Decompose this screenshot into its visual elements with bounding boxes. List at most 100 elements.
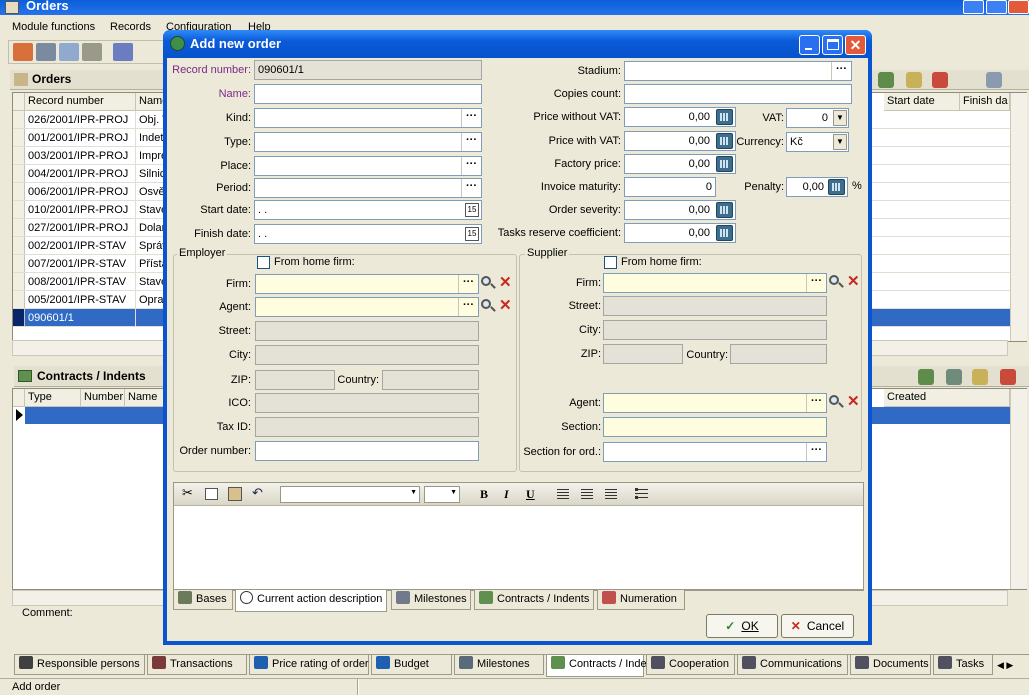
calculator-icon[interactable] xyxy=(716,133,733,149)
menu-module-functions[interactable]: Module functions xyxy=(12,21,95,33)
orders-print-icon[interactable] xyxy=(986,72,1002,88)
copies-count-field[interactable] xyxy=(624,84,852,104)
toolbar-print-icon[interactable] xyxy=(82,43,102,61)
calculator-icon[interactable] xyxy=(716,202,733,218)
align-right-icon[interactable] xyxy=(605,489,617,499)
supplier-agent-field[interactable]: ··· xyxy=(603,393,827,413)
kind-field[interactable]: ··· xyxy=(254,108,482,128)
vat-select[interactable]: 0 ▼ xyxy=(786,108,849,128)
contracts-edit-icon[interactable] xyxy=(972,369,988,385)
supplier-agent-clear-icon[interactable]: ✕ xyxy=(847,394,860,410)
contracts-col-type[interactable]: Type xyxy=(25,389,81,407)
align-center-icon[interactable] xyxy=(581,489,593,499)
calendar-icon[interactable]: 15 xyxy=(465,227,479,241)
calculator-icon[interactable] xyxy=(716,156,733,172)
type-lookup-button[interactable]: ··· xyxy=(461,133,481,151)
orders-col-finish-date[interactable]: Finish da xyxy=(960,93,1010,111)
stadium-field[interactable]: ··· xyxy=(624,61,852,81)
chevron-down-icon[interactable]: ▼ xyxy=(833,134,847,150)
contracts-delete-icon[interactable] xyxy=(1000,369,1016,385)
cancel-button[interactable]: ✕ Cancel xyxy=(781,614,854,638)
employer-firm-field[interactable]: ··· xyxy=(255,274,479,294)
calendar-icon[interactable]: 15 xyxy=(465,203,479,217)
orders-vscroll[interactable] xyxy=(1010,93,1027,341)
calculator-icon[interactable] xyxy=(716,225,733,241)
tab-price-rating[interactable]: Price rating of order xyxy=(249,655,369,675)
orders-delete-icon[interactable] xyxy=(932,72,948,88)
copy-icon[interactable] xyxy=(205,488,218,500)
tab-contracts-indents[interactable]: Contracts / Indents xyxy=(474,590,594,610)
section-lookup-button[interactable]: ··· xyxy=(806,443,826,461)
supplier-firm-search-icon[interactable] xyxy=(829,275,845,291)
supplier-home-firm-checkbox[interactable] xyxy=(604,256,617,269)
undo-icon[interactable]: ↶ xyxy=(252,485,263,501)
calculator-icon[interactable] xyxy=(716,109,733,125)
tab-communications[interactable]: Communications xyxy=(737,655,848,675)
place-lookup-button[interactable]: ··· xyxy=(461,157,481,175)
contracts-vscroll[interactable] xyxy=(1010,389,1027,589)
font-size-select[interactable]: ▼ xyxy=(424,486,460,503)
orders-edit-icon[interactable] xyxy=(906,72,922,88)
paste-icon[interactable] xyxy=(228,487,242,501)
employer-home-firm-checkbox[interactable] xyxy=(257,256,270,269)
finish-date-field[interactable]: . . 15 xyxy=(254,224,482,244)
dialog-maximize-button[interactable] xyxy=(822,35,843,55)
employer-firm-clear-icon[interactable]: ✕ xyxy=(499,275,512,291)
employer-firm-search-icon[interactable] xyxy=(481,276,497,292)
bold-button[interactable]: B xyxy=(480,487,488,502)
orders-col-record-number[interactable]: Record number xyxy=(25,93,136,111)
menu-records[interactable]: Records xyxy=(110,21,151,33)
cut-icon[interactable]: ✂ xyxy=(182,485,193,501)
name-field[interactable] xyxy=(254,84,482,104)
price-with-vat-field[interactable]: 0,00 xyxy=(624,131,736,151)
tab-milestones[interactable]: Milestones xyxy=(454,655,544,675)
order-severity-field[interactable]: 0,00 xyxy=(624,200,736,220)
toolbar-add-icon[interactable] xyxy=(13,43,33,61)
description-text-area[interactable] xyxy=(174,506,863,589)
supplier-firm-lookup-button[interactable]: ··· xyxy=(806,274,826,292)
supplier-section-field[interactable] xyxy=(603,417,827,437)
chevron-down-icon[interactable]: ▼ xyxy=(833,110,847,126)
italic-button[interactable]: I xyxy=(504,487,509,502)
supplier-firm-clear-icon[interactable]: ✕ xyxy=(847,274,860,290)
invoice-maturity-field[interactable]: 0 xyxy=(624,177,716,197)
supplier-agent-lookup-button[interactable]: ··· xyxy=(806,394,826,412)
supplier-firm-field[interactable]: ··· xyxy=(603,273,827,293)
font-family-select[interactable]: ▼ xyxy=(280,486,420,503)
tab-milestones[interactable]: Milestones xyxy=(391,590,471,610)
employer-agent-search-icon[interactable] xyxy=(481,299,497,315)
tab-scroll-arrows[interactable]: ◀ ▶ xyxy=(997,657,1027,673)
contracts-col-created[interactable]: Created xyxy=(884,389,1010,407)
app-close-button[interactable] xyxy=(1008,0,1029,14)
place-field[interactable]: ··· xyxy=(254,156,482,176)
bullet-list-icon[interactable] xyxy=(635,488,648,499)
orders-add-icon[interactable] xyxy=(878,72,894,88)
factory-price-field[interactable]: 0,00 xyxy=(624,154,736,174)
type-field[interactable]: ··· xyxy=(254,132,482,152)
align-left-icon[interactable] xyxy=(557,489,569,499)
app-maximize-button[interactable] xyxy=(986,0,1007,14)
order-number-field[interactable] xyxy=(255,441,479,461)
tab-responsible-persons[interactable]: Responsible persons xyxy=(14,655,145,675)
tab-numeration[interactable]: Numeration xyxy=(597,590,685,610)
contracts-col-number[interactable]: Number xyxy=(81,389,125,407)
supplier-agent-search-icon[interactable] xyxy=(829,395,845,411)
currency-select[interactable]: Kč ▼ xyxy=(786,132,849,152)
tab-contracts-indents[interactable]: Contracts / Indents xyxy=(546,655,661,677)
contracts-col-name[interactable]: Name xyxy=(125,389,165,407)
orders-col-start-date[interactable]: Start date xyxy=(884,93,960,111)
employer-agent-field[interactable]: ··· xyxy=(255,297,479,317)
underline-button[interactable]: U xyxy=(526,487,535,502)
contracts-copy-icon[interactable] xyxy=(946,369,962,385)
tab-tasks[interactable]: Tasks xyxy=(933,655,993,675)
penalty-field[interactable]: 0,00 xyxy=(786,177,848,197)
employer-agent-clear-icon[interactable]: ✕ xyxy=(499,298,512,314)
employer-agent-lookup-button[interactable]: ··· xyxy=(458,298,478,316)
toolbar-edit-icon[interactable] xyxy=(36,43,56,61)
kind-lookup-button[interactable]: ··· xyxy=(461,109,481,127)
toolbar-copy-icon[interactable] xyxy=(59,43,79,61)
start-date-field[interactable]: . . 15 xyxy=(254,200,482,220)
price-without-vat-field[interactable]: 0,00 xyxy=(624,107,736,127)
dialog-close-button[interactable]: ✕ xyxy=(845,35,866,55)
tab-budget[interactable]: Budget xyxy=(371,655,452,675)
